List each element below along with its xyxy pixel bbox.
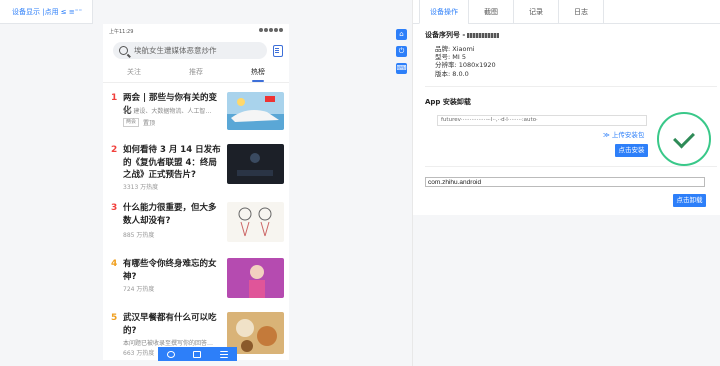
- uninstall-button[interactable]: 点击卸载: [673, 194, 706, 207]
- hot-item-heat: 724 万热度: [123, 286, 155, 293]
- package-name-input[interactable]: [425, 177, 705, 187]
- search-row: 埃航女生遭媒体恶意炒作: [103, 38, 289, 59]
- device-version: 版本: 8.0.0: [435, 69, 469, 78]
- device-info: 品牌: Xiaomi 型号: MI 5 分辨率: 1080x1920 版本: 8…: [435, 45, 496, 78]
- status-icons: [258, 28, 283, 38]
- menu-icon[interactable]: [219, 350, 228, 358]
- back-icon[interactable]: [167, 350, 176, 358]
- hot-item-heat: 885 万热度: [123, 232, 155, 239]
- pinned-label: 置顶: [143, 120, 156, 127]
- hot-item-heat: 663 万热度: [123, 350, 155, 357]
- device-resolution: 分辨率: 1080x1920: [435, 61, 496, 70]
- section-divider: [425, 166, 717, 167]
- status-time: 上午11:29: [109, 29, 134, 35]
- home-icon[interactable]: [193, 350, 202, 358]
- device-control-pane: 设备操作 截图 记录 日志 设备序列号 - 品牌: Xiaomi 型号: MI …: [412, 0, 720, 366]
- tab-follow[interactable]: 关注: [127, 63, 141, 82]
- install-button[interactable]: 点击安装: [615, 144, 648, 157]
- device-brand: 品牌: Xiaomi: [435, 45, 475, 53]
- tag-badge: 两会: [123, 118, 140, 127]
- tab-hot[interactable]: 热榜: [251, 63, 265, 82]
- section-divider: [425, 86, 717, 87]
- feed-tabs: 关注 推荐 热榜: [103, 63, 289, 83]
- tab-records[interactable]: 记录: [513, 0, 559, 24]
- thumbnail-image: [227, 144, 284, 184]
- tab-device-display[interactable]: 设备显示 |点用 ≤ ≡⁼⁼: [0, 0, 93, 24]
- app-root: 设备显示 |点用 ≤ ≡⁼⁼ 上午11:29 埃航女生遭媒体恶意炒作 关注 推荐…: [0, 0, 720, 366]
- phone-screen[interactable]: 上午11:29 埃航女生遭媒体恶意炒作 关注 推荐 热榜 1 两会 | 那些与你…: [103, 24, 289, 360]
- tab-screenshot[interactable]: 截图: [468, 0, 514, 24]
- hot-item-summary: 5G 建设、大数据物流、人工智…: [123, 108, 212, 115]
- device-serial-heading: 设备序列号 -: [425, 30, 500, 40]
- device-serial-label: 设备序列号 -: [425, 31, 466, 39]
- success-check-icon: [657, 112, 711, 166]
- upload-apk-link[interactable]: ≫ 上传安装包: [603, 129, 644, 139]
- thumbnail-image: [227, 92, 284, 130]
- hot-item-title: 如何看待 3 月 14 日发布的《复仇者联盟 4：终局之战》正式预告片?: [123, 145, 221, 180]
- rank-number: 3: [111, 203, 118, 213]
- rank-number: 4: [111, 259, 118, 269]
- power-icon[interactable]: ⏻: [396, 46, 407, 57]
- apk-file-field[interactable]: futurev···············-·l··,··d·l·······…: [437, 115, 647, 126]
- hot-item-summary: 本问题已被收录至撰写你的回答…: [123, 340, 214, 347]
- search-placeholder: 埃航女生遭媒体恶意炒作: [134, 46, 217, 55]
- install-heading: App 安装卸载: [425, 98, 471, 106]
- tab-recommend[interactable]: 推荐: [189, 63, 203, 82]
- tab-device-ops[interactable]: 设备操作: [419, 0, 469, 24]
- rank-number: 1: [111, 93, 118, 103]
- keyboard-icon[interactable]: ⌨: [396, 63, 407, 74]
- status-bar: 上午11:29: [103, 24, 289, 38]
- thumbnail-image: [227, 258, 284, 298]
- hot-item-heat: 3313 万热度: [123, 184, 159, 191]
- hot-item-title: 有哪些令你终身难忘的女神?: [123, 259, 217, 282]
- rank-number: 2: [111, 145, 118, 155]
- masked-serial: [467, 32, 500, 38]
- rank-number: 5: [111, 313, 118, 323]
- hot-item-title: 武汉早餐都有什么可以吃的?: [123, 313, 217, 336]
- thumbnail-image: [227, 202, 284, 242]
- search-input[interactable]: 埃航女生遭媒体恶意炒作: [113, 42, 268, 59]
- phone-control-dock: [158, 347, 237, 361]
- hot-item-title: 什么能力很重要，但大多数人却没有?: [123, 203, 217, 226]
- lock-icon[interactable]: ⌂: [396, 29, 407, 40]
- device-display-pane: 设备显示 |点用 ≤ ≡⁼⁼ 上午11:29 埃航女生遭媒体恶意炒作 关注 推荐…: [0, 0, 412, 366]
- search-icon: [119, 46, 128, 55]
- tab-logs[interactable]: 日志: [558, 0, 604, 24]
- write-icon[interactable]: [273, 44, 283, 57]
- hot-item-tags: 两会 置顶: [123, 118, 155, 127]
- empty-area: [413, 215, 720, 366]
- control-tabs: 设备操作 截图 记录 日志: [413, 0, 604, 24]
